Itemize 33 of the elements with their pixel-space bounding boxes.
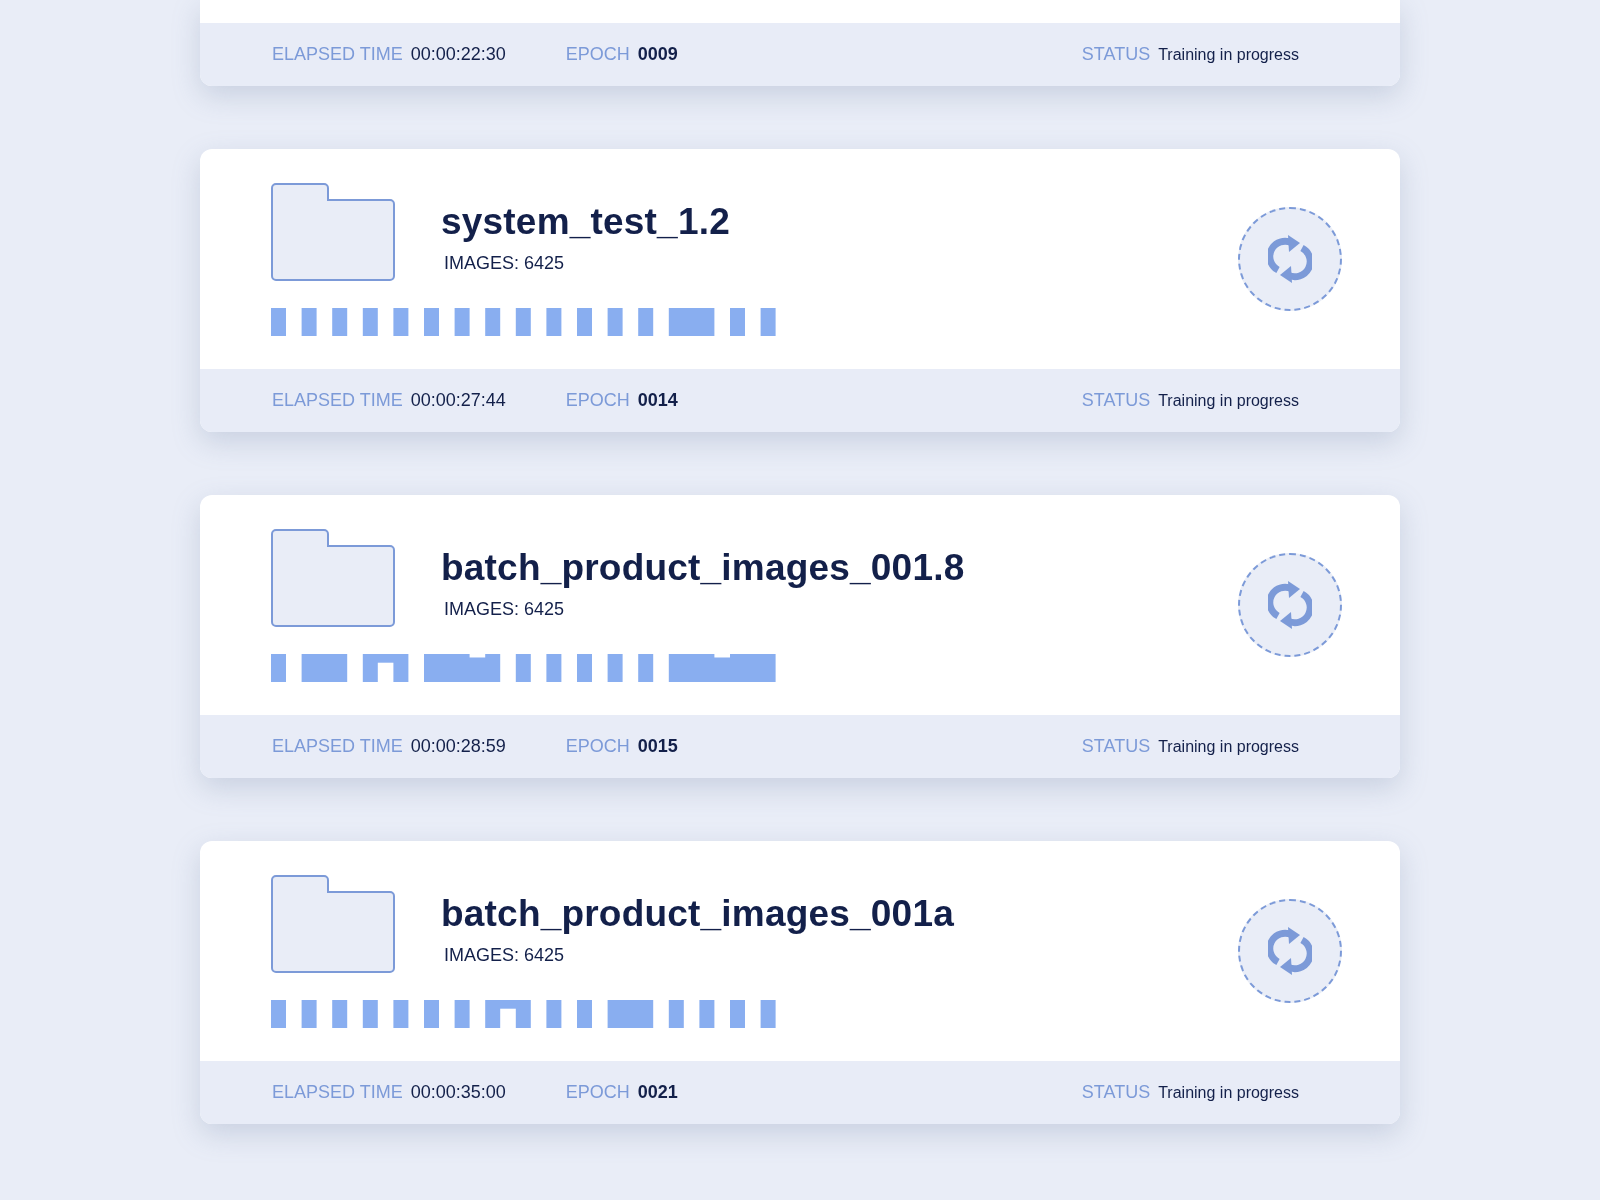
- status-value: Training in progress: [1158, 738, 1299, 756]
- epoch-label: EPOCH: [565, 1082, 630, 1103]
- folder-icon: [271, 875, 395, 973]
- dataset-title: batch_product_images_001a: [441, 893, 954, 935]
- folder-icon: [271, 529, 395, 627]
- status-label: STATUS: [1081, 736, 1151, 757]
- elapsed-time-value: 00:00:27:44: [410, 390, 506, 411]
- folder-icon: [271, 183, 395, 281]
- status-label: STATUS: [1081, 44, 1151, 65]
- epoch-value: 0014: [637, 390, 678, 411]
- status-label: STATUS: [1081, 1082, 1151, 1103]
- epoch-value: 0021: [637, 1082, 678, 1103]
- epoch-label: EPOCH: [565, 390, 630, 411]
- status-label: STATUS: [1081, 390, 1151, 411]
- dataset-title: batch_product_images_001.8: [441, 547, 965, 589]
- status-value: Training in progress: [1158, 46, 1299, 64]
- elapsed-time-value: 00:00:28:59: [410, 736, 506, 757]
- elapsed-time-value: 00:00:22:30: [410, 44, 506, 65]
- elapsed-time-label: ELAPSED TIME: [272, 390, 403, 411]
- epoch-value: 0015: [637, 736, 678, 757]
- elapsed-time-value: 00:00:35:00: [410, 1082, 506, 1103]
- elapsed-time-label: ELAPSED TIME: [272, 1082, 403, 1103]
- dataset-title: system_test_1.2: [441, 201, 730, 243]
- image-count: IMAGES: 6425: [443, 599, 566, 620]
- image-count: IMAGES: 6425: [443, 253, 566, 274]
- status-value: Training in progress: [1158, 1084, 1299, 1102]
- epoch-label: EPOCH: [565, 736, 630, 757]
- status-value: Training in progress: [1158, 392, 1299, 410]
- elapsed-time-label: ELAPSED TIME: [272, 44, 403, 65]
- elapsed-time-label: ELAPSED TIME: [272, 736, 403, 757]
- image-count: IMAGES: 6425: [443, 945, 566, 966]
- epoch-value: 0009: [637, 44, 678, 65]
- epoch-label: EPOCH: [565, 44, 630, 65]
